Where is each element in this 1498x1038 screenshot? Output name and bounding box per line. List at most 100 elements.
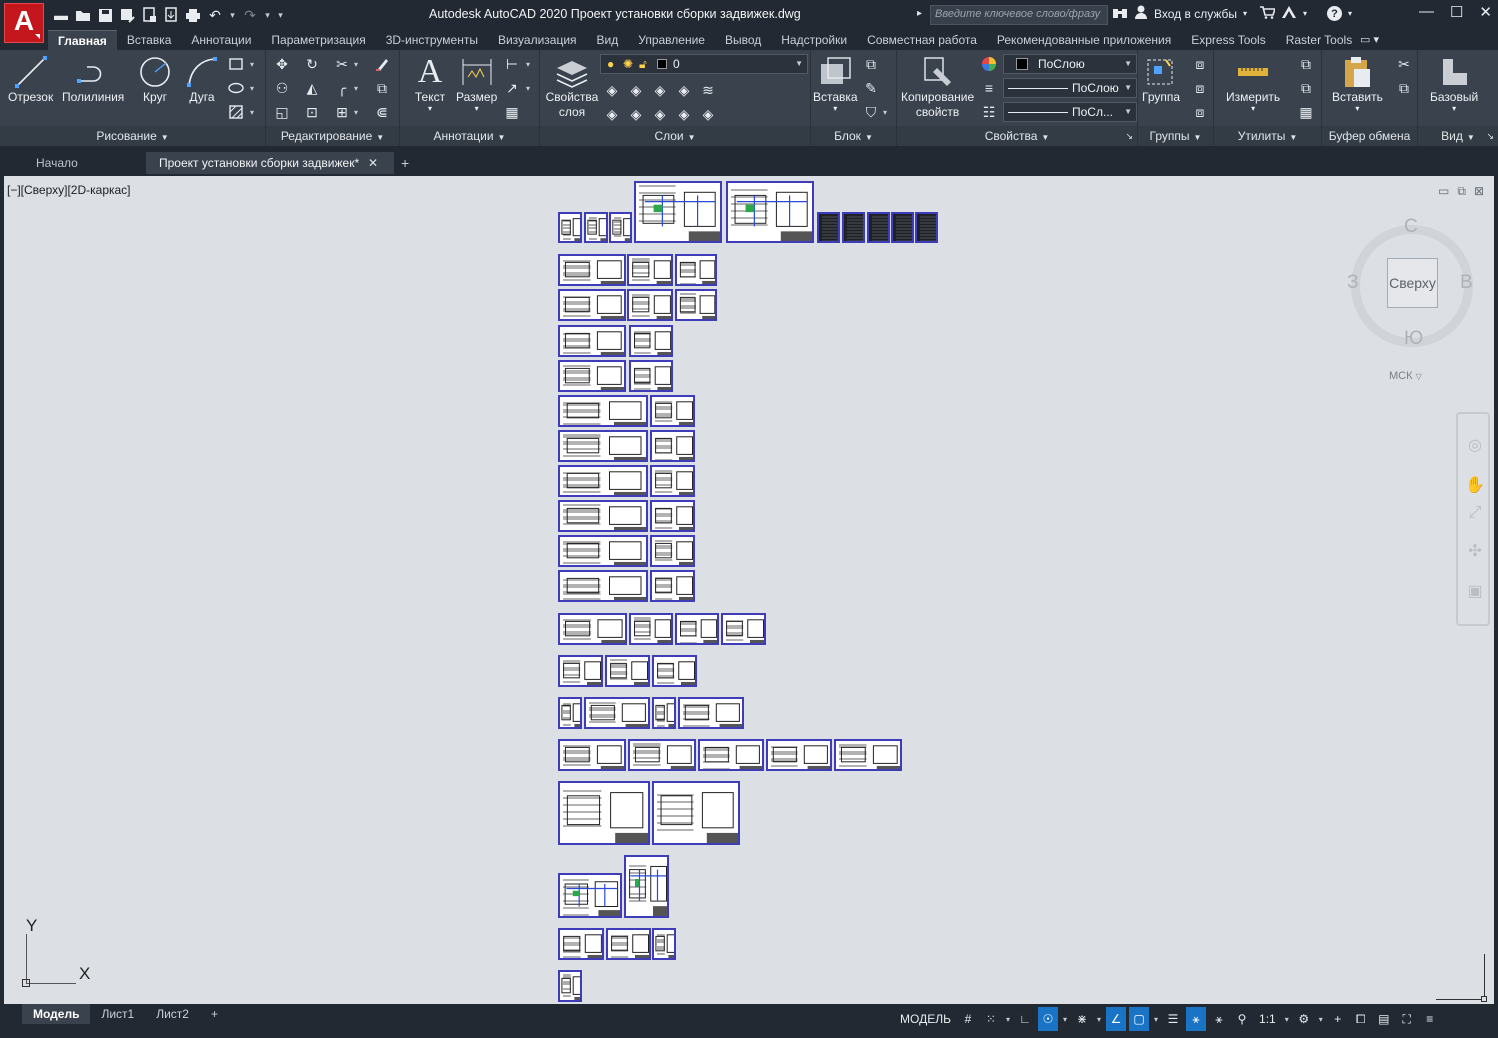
help-dropdown-icon[interactable]: ▾: [1348, 9, 1352, 18]
snap-icon[interactable]: ⁙: [981, 1007, 1001, 1031]
layer-unlock-all-icon[interactable]: ◈: [698, 104, 718, 124]
layer-lock-icon[interactable]: ◈: [674, 80, 694, 100]
panel-groups-title[interactable]: Группы ▼: [1138, 126, 1213, 146]
color-wheel-icon[interactable]: [979, 54, 999, 74]
ellipse-dropdown-icon[interactable]: ▾: [250, 84, 254, 93]
viewcube-top-face[interactable]: Сверху: [1387, 258, 1438, 308]
dimension-button[interactable]: Размер ▾: [456, 54, 497, 113]
clean-screen-icon[interactable]: ⛶: [1397, 1007, 1417, 1031]
ortho-icon[interactable]: ∟: [1015, 1007, 1035, 1031]
binoculars-icon[interactable]: [1112, 5, 1128, 22]
undo-icon[interactable]: ↶: [206, 6, 224, 24]
panel-annotation-title[interactable]: Аннотации ▼: [400, 126, 539, 146]
ribbon-minimize-icon[interactable]: ▭ ▾: [1360, 33, 1379, 46]
array-icon[interactable]: ⊞: [332, 102, 352, 122]
group-edit-icon[interactable]: ⧈: [1190, 78, 1210, 98]
drawing-canvas[interactable]: [−][Сверху][2D-каркас] ▭ ⧉ ⊠ Сверху С Ю …: [4, 176, 1494, 1004]
viewcube-west[interactable]: З: [1347, 272, 1358, 294]
redo-dropdown-icon[interactable]: ▾: [263, 6, 272, 24]
rectangle-icon[interactable]: [226, 54, 246, 74]
linetype-dropdown[interactable]: ПоСлою ▼: [1003, 78, 1137, 98]
workspace-gear-icon[interactable]: ⚙: [1294, 1007, 1314, 1031]
viewcube-north[interactable]: С: [1404, 216, 1418, 238]
vp-restore-icon[interactable]: ⧉: [1457, 184, 1466, 199]
ellipse-icon[interactable]: [226, 78, 246, 98]
new-file-icon[interactable]: ▬: [52, 6, 70, 24]
tab-model[interactable]: Модель: [22, 1004, 91, 1024]
quick-properties-icon[interactable]: ▤: [1374, 1007, 1394, 1031]
circle-button[interactable]: Круг: [137, 54, 173, 105]
help-icon[interactable]: ?: [1327, 6, 1343, 21]
close-tab-icon[interactable]: ✕: [368, 152, 378, 174]
cut-icon[interactable]: ✂: [1394, 54, 1414, 74]
fillet-dropdown-icon[interactable]: ▾: [354, 84, 358, 93]
customization-menu-icon[interactable]: ≡: [1420, 1007, 1440, 1031]
annotation-visibility-icon[interactable]: ⚹: [1186, 1007, 1207, 1031]
leader-icon[interactable]: ↗: [502, 78, 522, 98]
tab-home[interactable]: Главная: [48, 30, 117, 50]
model-space-button[interactable]: МОДЕЛЬ: [896, 1007, 955, 1031]
close-icon[interactable]: ✕: [1479, 3, 1492, 21]
pan-hand-icon[interactable]: ✋: [1465, 476, 1485, 494]
panel-modify-title[interactable]: Редактирование ▼: [266, 126, 399, 146]
edit-attributes-dropdown-icon[interactable]: ▾: [883, 108, 887, 117]
layer-thaw-all-icon[interactable]: ◈: [674, 104, 694, 124]
annotation-scale-icon[interactable]: ⚲: [1232, 1007, 1252, 1031]
group-button[interactable]: Группа: [1142, 54, 1180, 105]
vp-close-icon[interactable]: ⊠: [1474, 184, 1484, 199]
viewport-controls-label[interactable]: [−][Сверху][2D-каркас]: [7, 183, 131, 197]
line-button[interactable]: Отрезок: [8, 54, 53, 105]
create-block-icon[interactable]: ⧉: [861, 54, 881, 74]
open-folder-icon[interactable]: [74, 6, 92, 24]
linear-dim-dropdown-icon[interactable]: ▾: [526, 60, 530, 69]
tab-3d-tools[interactable]: 3D-инструменты: [376, 30, 488, 50]
new-tab-icon[interactable]: +: [401, 152, 409, 174]
lineweight-dropdown[interactable]: ПоСл... ▼: [1003, 102, 1137, 122]
color-dropdown[interactable]: ПоСлою ▼: [1003, 54, 1137, 74]
lineweight-icon[interactable]: ≡: [979, 78, 999, 98]
isodraft-dropdown-icon[interactable]: ▾: [1095, 1007, 1103, 1031]
tab-raster-tools[interactable]: Raster Tools: [1276, 30, 1362, 50]
array-dropdown-icon[interactable]: ▾: [354, 108, 358, 117]
undo-dropdown-icon[interactable]: ▾: [228, 6, 237, 24]
signin-dropdown-icon[interactable]: ▾: [1243, 9, 1247, 18]
layer-off-icon[interactable]: ◈: [602, 80, 622, 100]
panel-clipboard-title[interactable]: Буфер обмена: [1322, 126, 1417, 146]
tab-manage[interactable]: Управление: [628, 30, 715, 50]
linear-dim-icon[interactable]: ⊢: [502, 54, 522, 74]
vp-minimize-icon[interactable]: ▭: [1438, 184, 1449, 199]
erase-icon[interactable]: [372, 54, 392, 74]
search-input[interactable]: Введите ключевое слово/фразу: [930, 5, 1108, 25]
signin-button[interactable]: Вход в службы: [1154, 7, 1237, 21]
add-layout-icon[interactable]: +: [200, 1004, 229, 1024]
tab-visualize[interactable]: Визуализация: [488, 30, 587, 50]
layer-previous-icon[interactable]: ◈: [626, 104, 646, 124]
tab-parametric[interactable]: Параметризация: [261, 30, 375, 50]
measure-button[interactable]: Измерить ▾: [1226, 54, 1280, 113]
panel-view-title[interactable]: Вид ▼ ↘: [1418, 126, 1498, 146]
edit-attributes-icon[interactable]: ⛉: [861, 102, 881, 122]
paste-button[interactable]: Вставить ▾: [1332, 54, 1383, 113]
layer-freeze-icon[interactable]: ◈: [650, 80, 670, 100]
tab-collaborate[interactable]: Совместная работа: [857, 30, 987, 50]
quick-select-icon[interactable]: ⧉: [1296, 54, 1316, 74]
cart-icon[interactable]: [1259, 5, 1277, 22]
search-expand-icon[interactable]: ▸: [917, 8, 922, 19]
trim-dropdown-icon[interactable]: ▾: [354, 60, 358, 69]
viewcube-east[interactable]: В: [1460, 272, 1473, 294]
offset-icon[interactable]: ⋐: [372, 102, 392, 122]
panel-properties-title[interactable]: Свойства ▼ ↘: [897, 126, 1137, 146]
fillet-icon[interactable]: ╭: [332, 78, 352, 98]
workspace-dropdown-icon[interactable]: ▾: [1317, 1007, 1325, 1031]
minimize-icon[interactable]: —: [1419, 3, 1434, 21]
tab-insert[interactable]: Вставка: [117, 30, 182, 50]
rotate-icon[interactable]: ↻: [302, 54, 322, 74]
arc-button[interactable]: Дуга: [184, 54, 220, 105]
ucs-menu[interactable]: МСК ▽: [1389, 370, 1422, 382]
autodesk-a360-icon[interactable]: [1281, 5, 1297, 22]
tab-express-tools[interactable]: Express Tools: [1181, 30, 1275, 50]
tab-addins[interactable]: Надстройки: [771, 30, 857, 50]
view-launcher-icon[interactable]: ↘: [1486, 126, 1494, 146]
match-properties-button[interactable]: Копирование свойств: [901, 54, 974, 120]
file-tab-active[interactable]: Проект установки сборки задвижек* ✕: [146, 152, 394, 174]
